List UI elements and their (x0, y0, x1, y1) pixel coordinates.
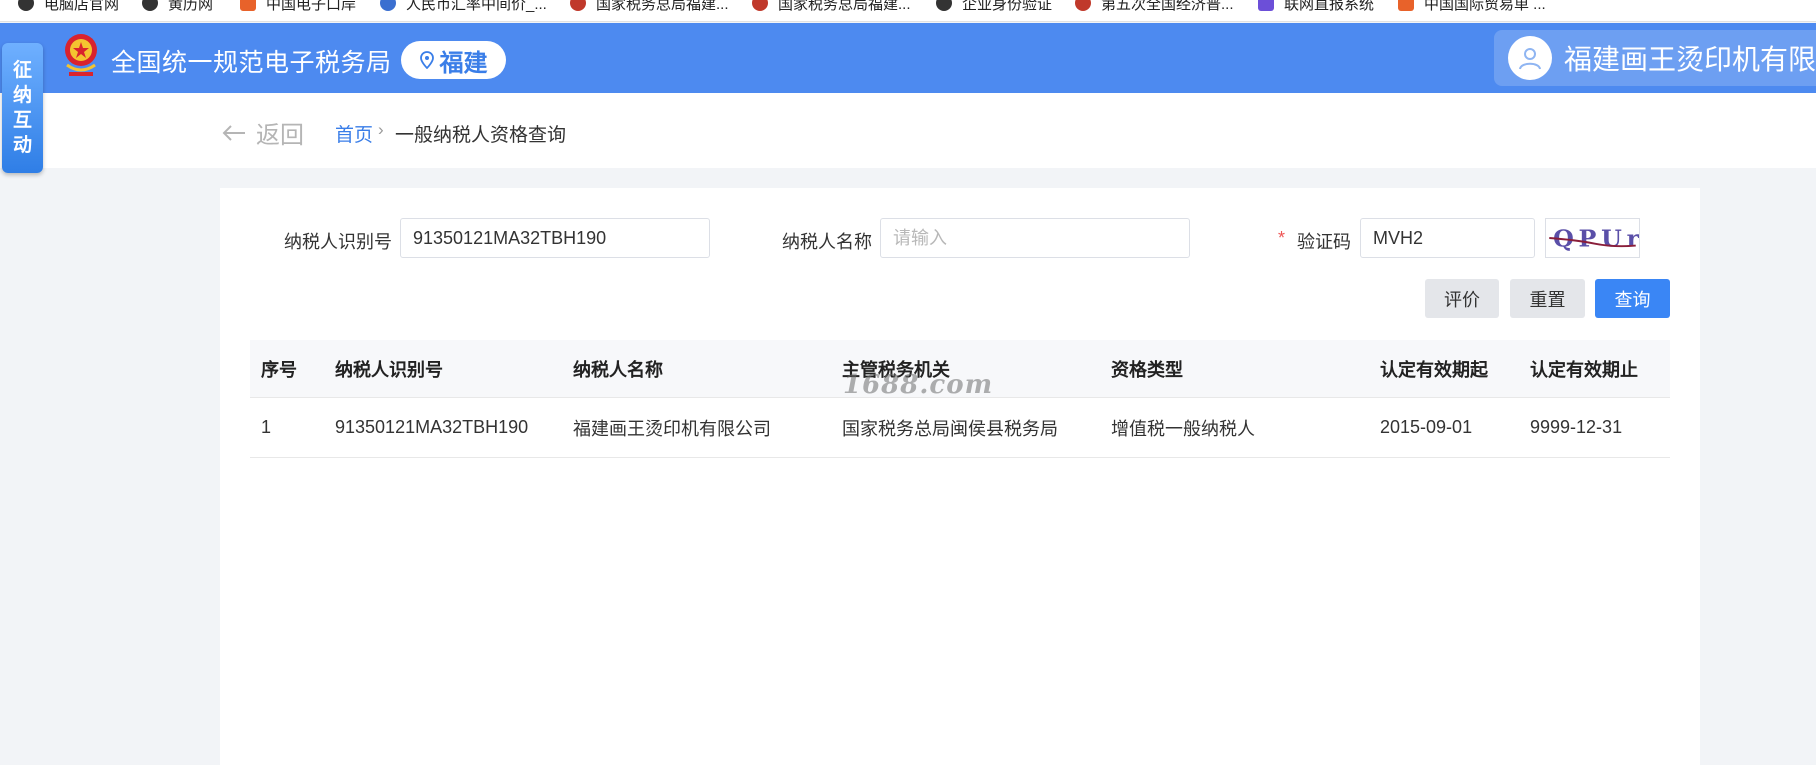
bookmark-item[interactable]: 中国国际贸易单 ... (1398, 0, 1546, 14)
table-cell: 福建画王烫印机有限公司 (573, 418, 771, 439)
table-cell: 1 (261, 417, 272, 437)
taxpayer-name-label: 纳税人名称 (782, 232, 872, 252)
table-cell: 国家税务总局闽侯县税务局 (842, 418, 1058, 439)
reset-button[interactable]: 重置 (1510, 279, 1585, 318)
site-title[interactable]: 全国统一规范电子税务局 (111, 43, 392, 79)
bookmark-item[interactable]: 企业身份验证 (936, 0, 1052, 14)
side-tab-char: 互 (12, 110, 32, 131)
taxpayer-id-label: 纳税人识别号 (284, 232, 392, 252)
taxpayer-id-input[interactable] (400, 218, 710, 258)
bookmark-item[interactable]: 第五次全国经济普... (1075, 0, 1234, 14)
back-button[interactable]: 返回 (222, 115, 304, 150)
tax-icon (752, 0, 768, 11)
required-mark: * (1278, 228, 1286, 248)
results-table: 序号 纳税人识别号 纳税人名称 主管税务机关 资格类型 认定有效期起 认定有效期… (250, 340, 1670, 458)
query-panel: 纳税人识别号 纳税人名称 * 验证码 QPUr 评价 重置 查询 序号 纳税人识… (220, 188, 1700, 765)
avatar (1508, 36, 1552, 80)
globe-icon (936, 0, 952, 11)
side-tab-char: 征 (12, 60, 32, 81)
bookmark-label: 人民币汇率中间价_... (406, 0, 547, 13)
tax-icon (570, 0, 586, 11)
bookmark-item[interactable]: 电脑店官网 (18, 0, 119, 14)
census-icon (1075, 0, 1091, 11)
bookmark-item[interactable]: 黄历网 (142, 0, 213, 14)
query-button[interactable]: 查询 (1595, 279, 1670, 318)
breadcrumb-current: 一般纳税人资格查询 (395, 125, 567, 146)
bookmark-item[interactable]: 国家税务总局福建... (570, 0, 729, 14)
bookmark-item[interactable]: 中国电子口岸 (240, 0, 356, 14)
breadcrumb-separator: › (378, 120, 384, 139)
bookmark-item[interactable]: 国家税务总局福建... (752, 0, 911, 14)
evaluate-button[interactable]: 评价 (1425, 279, 1499, 318)
table-cell: 2015-09-01 (1380, 417, 1473, 437)
captcha-image[interactable]: QPUr (1545, 218, 1640, 258)
column-header[interactable]: 纳税人识别号 (335, 340, 443, 397)
bookmark-label: 黄历网 (168, 0, 214, 13)
location-pin-icon (419, 51, 434, 69)
column-header[interactable]: 资格类型 (1111, 340, 1183, 397)
captcha-label: 验证码 (1297, 232, 1351, 252)
bank-icon (380, 0, 396, 11)
user-name: 福建画王烫印机有限公司 (1564, 44, 1816, 75)
bookmark-label: 中国国际贸易单 ... (1424, 0, 1546, 13)
user-icon (1519, 48, 1541, 70)
table-row[interactable]: 1 91350121MA32TBH190 福建画王烫印机有限公司 国家税务总局闽… (250, 398, 1670, 458)
region-label: 福建 (439, 49, 488, 77)
column-header[interactable]: 序号 (261, 340, 297, 397)
bookmark-label: 企业身份验证 (962, 0, 1053, 13)
breadcrumb: 返回 首页 › 一般纳税人资格查询 (0, 93, 1816, 168)
table-header: 序号 纳税人识别号 纳税人名称 主管税务机关 资格类型 认定有效期起 认定有效期… (250, 340, 1670, 398)
region-selector[interactable]: 福建 (401, 41, 506, 79)
bookmark-item[interactable]: 联网直报系统 (1258, 0, 1374, 14)
globe-icon (18, 0, 34, 11)
arrow-left-icon (222, 124, 245, 141)
breadcrumb-home-link[interactable]: 首页 (335, 120, 373, 147)
site-header: 全国统一规范电子税务局 福建 福建画王烫印机有限公司 (0, 23, 1816, 93)
bookmarks-bar: 电脑店官网 黄历网 中国电子口岸 人民币汇率中间价_... 国家税务总局福建..… (0, 0, 1816, 22)
bookmark-item[interactable]: 人民币汇率中间价_... (380, 0, 547, 14)
table-cell: 增值税一般纳税人 (1111, 418, 1255, 439)
table-cell: 9999-12-31 (1530, 417, 1623, 437)
column-header[interactable]: 认定有效期起 (1380, 340, 1488, 397)
tax-emblem-icon (65, 34, 97, 76)
bookmark-label: 国家税务总局福建... (596, 0, 729, 13)
bookmark-label: 电脑店官网 (44, 0, 120, 13)
column-header[interactable]: 纳税人名称 (573, 340, 663, 397)
trade-icon (1398, 0, 1414, 11)
bookmark-label: 中国电子口岸 (266, 0, 357, 13)
interaction-side-tab[interactable]: 征 纳 互 动 (2, 43, 43, 173)
side-tab-char: 动 (12, 135, 32, 156)
network-icon (1258, 0, 1274, 11)
user-menu[interactable]: 福建画王烫印机有限公司 (1494, 30, 1816, 86)
bookmark-label: 第五次全国经济普... (1101, 0, 1234, 13)
captcha-input[interactable] (1360, 218, 1535, 258)
side-tab-char: 纳 (12, 85, 32, 106)
column-header[interactable]: 主管税务机关 (842, 340, 950, 397)
globe-icon (142, 0, 158, 11)
bookmark-label: 联网直报系统 (1284, 0, 1375, 13)
table-cell: 91350121MA32TBH190 (335, 417, 529, 437)
taxpayer-name-input[interactable] (880, 218, 1190, 258)
bookmark-label: 国家税务总局福建... (778, 0, 911, 13)
back-label: 返回 (256, 122, 304, 149)
column-header[interactable]: 认定有效期止 (1530, 340, 1638, 397)
port-icon (240, 0, 256, 11)
